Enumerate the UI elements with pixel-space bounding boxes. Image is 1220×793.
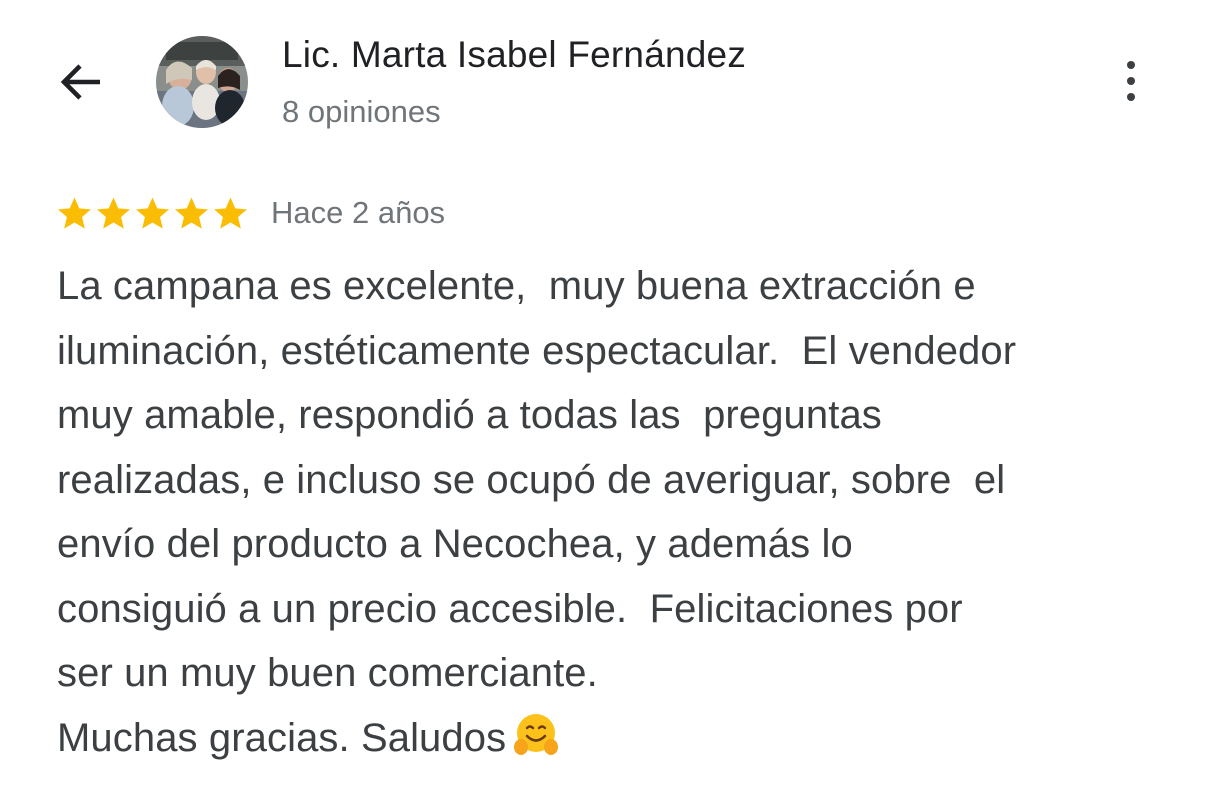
avatar[interactable] — [156, 36, 248, 128]
more-vertical-icon — [1127, 61, 1135, 69]
hugging-face-emoji-icon — [514, 713, 559, 755]
review-header: Lic. Marta Isabel Fernández 8 opiniones — [0, 0, 1220, 160]
back-button[interactable] — [50, 52, 110, 112]
star-icon — [175, 196, 208, 229]
reviewer-name[interactable]: Lic. Marta Isabel Fernández — [282, 34, 746, 76]
rating-row: Hace 2 años — [56, 190, 445, 236]
more-vertical-icon-dot — [1127, 93, 1135, 101]
review-text-line: Muchas gracias. Saludos — [57, 706, 1187, 771]
review-count: 8 opiniones — [282, 94, 441, 129]
review-date: Hace 2 años — [271, 195, 446, 230]
review-text-line: iluminación, estéticamente espectacular.… — [57, 328, 1017, 373]
star-icon — [58, 196, 91, 229]
review-text-line: muy amable, respondió a todas las pregun… — [57, 393, 882, 437]
star-rating — [56, 195, 249, 232]
star-icon — [97, 196, 130, 229]
arrow-left-icon — [60, 64, 100, 100]
review-text-line: envío del producto a Necochea, y además … — [57, 522, 853, 566]
review-text-line: ser un muy buen comerciante. — [57, 651, 598, 695]
avatar-photo — [156, 36, 248, 128]
star-icon — [214, 196, 247, 229]
review-text: La campana es excelente, muy buena extra… — [57, 254, 1187, 770]
star-icon — [136, 196, 169, 229]
review-text-line: La campana es excelente, muy buena extra… — [57, 264, 976, 308]
more-vertical-icon-dot — [1127, 77, 1135, 85]
more-options-button[interactable] — [1108, 56, 1154, 106]
review-text-line: realizadas, e incluso se ocupó de averig… — [57, 457, 1006, 502]
review-text-line: consiguió a un precio accesible. Felicit… — [57, 586, 963, 631]
